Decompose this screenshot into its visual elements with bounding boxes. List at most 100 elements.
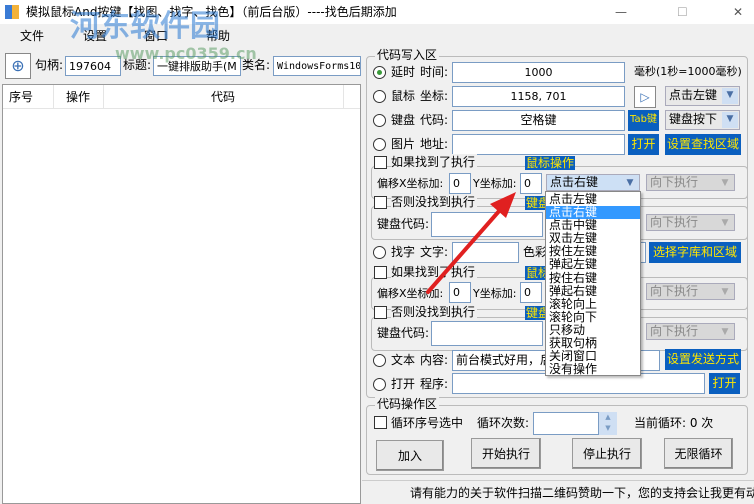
dropdown-option[interactable]: 滚轮向上 bbox=[546, 297, 640, 311]
chevron-down-icon: ▼ bbox=[717, 216, 733, 229]
find-text-radio[interactable] bbox=[373, 246, 386, 259]
code-list[interactable]: 序号 操作 代码 bbox=[2, 84, 361, 504]
next-value: 向下执行 bbox=[650, 284, 699, 298]
chevron-down-icon: ▼ bbox=[717, 176, 733, 189]
chevron-down-icon: ▼ bbox=[722, 88, 738, 104]
mouse-action-dropdown-list[interactable]: 点击左键 点击右键 点击中键 双击左键 按住左键 弹起左键 按住右键 弹起右键 滚轮向上 滚轮向下… bbox=[545, 191, 641, 376]
offset-y-input-2[interactable]: 0 bbox=[520, 282, 542, 303]
img-notfound-checkbox[interactable] bbox=[374, 196, 387, 209]
offset-y-input[interactable]: 0 bbox=[520, 173, 542, 194]
image-label: 图片 bbox=[391, 137, 416, 151]
key-code-label: 键盘代码: bbox=[377, 217, 430, 231]
img-notfound-key-input[interactable] bbox=[431, 212, 543, 237]
offset-y-label: Y坐标加: bbox=[473, 177, 517, 190]
col-index[interactable]: 序号 bbox=[9, 89, 33, 105]
mouse-action-select[interactable]: 点击左键 ▼ bbox=[665, 86, 740, 106]
mouse-label: 鼠标 bbox=[391, 89, 416, 103]
chevron-down-icon: ▼ bbox=[717, 325, 733, 338]
watermark-url: www.pc0359.cn bbox=[115, 44, 257, 63]
find-text-label: 找字 bbox=[391, 245, 416, 259]
status-bar: 请有能力的关于软件扫描二维码赞助一下，您的支持会让我更有动 bbox=[362, 480, 754, 504]
find-text-input[interactable] bbox=[452, 242, 519, 263]
offset-x-label-2: 偏移X坐标加: bbox=[377, 287, 444, 300]
cursor-pick-icon[interactable]: ▷ bbox=[634, 86, 656, 108]
set-search-area-button[interactable]: 设置查找区域 bbox=[665, 134, 741, 155]
text-send-label: 文本 bbox=[391, 353, 416, 367]
found-mouse-action-select[interactable]: 点击右键 ▼ bbox=[546, 174, 640, 191]
watermark-logo: 河东软件园 bbox=[70, 9, 220, 44]
txt-notfound-label: 否则没找到执行 bbox=[391, 304, 478, 320]
dropdown-option[interactable]: 弹起左键 bbox=[546, 258, 640, 271]
mouse-action-value: 点击左键 bbox=[669, 88, 718, 102]
keyboard-action-select[interactable]: 键盘按下 ▼ bbox=[665, 110, 740, 130]
chevron-down-icon: ▼ bbox=[722, 112, 738, 128]
delay-note: 毫秒(1秒=1000毫秒) bbox=[634, 65, 742, 78]
loop-select-label: 循环序号选中 bbox=[391, 416, 464, 430]
code-ops-title: 代码操作区 bbox=[375, 396, 440, 412]
keyboard-field-label: 代码: bbox=[420, 113, 449, 127]
text-send-field-label: 内容: bbox=[420, 353, 449, 367]
txt-notfound-next-select[interactable]: 向下执行 ▼ bbox=[646, 323, 735, 340]
infinite-loop-button[interactable]: 无限循环 bbox=[664, 438, 733, 469]
mouse-radio[interactable] bbox=[373, 90, 386, 103]
handle-input[interactable]: 197604 bbox=[65, 56, 121, 76]
mouse-coord-input[interactable]: 1158, 701 bbox=[452, 86, 625, 107]
open-program-label: 打开 bbox=[391, 377, 416, 391]
loop-count-input[interactable] bbox=[533, 412, 599, 435]
dropdown-option[interactable]: 弹起右键 bbox=[546, 284, 640, 298]
code-write-title: 代码写入区 bbox=[375, 47, 440, 63]
col-code[interactable]: 代码 bbox=[211, 89, 235, 105]
class-input[interactable]: WindowsForms10 bbox=[273, 56, 361, 76]
add-button[interactable]: 加入 bbox=[376, 440, 444, 471]
minimize-button[interactable]: — bbox=[615, 4, 627, 20]
tab-key-button[interactable]: Tab键 bbox=[628, 110, 659, 131]
maximize-button[interactable]: ☐ bbox=[677, 4, 688, 20]
img-found-next-select[interactable]: 向下执行 ▼ bbox=[646, 174, 735, 191]
offset-x-label: 偏移X坐标加: bbox=[377, 177, 444, 190]
open-program-radio[interactable] bbox=[373, 378, 386, 391]
start-button[interactable]: 开始执行 bbox=[471, 438, 541, 469]
open-image-button[interactable]: 打开 bbox=[628, 134, 659, 155]
txt-notfound-checkbox[interactable] bbox=[374, 306, 387, 319]
found-action-value: 点击右键 bbox=[550, 175, 599, 189]
text-send-radio[interactable] bbox=[373, 354, 386, 367]
keyboard-radio[interactable] bbox=[373, 114, 386, 127]
image-path-input[interactable] bbox=[452, 134, 625, 155]
next-value: 向下执行 bbox=[650, 324, 699, 338]
img-notfound-next-select[interactable]: 向下执行 ▼ bbox=[646, 214, 735, 231]
image-radio[interactable] bbox=[373, 138, 386, 151]
target-picker-button[interactable]: ⊕ bbox=[5, 53, 31, 79]
offset-x-input-2[interactable]: 0 bbox=[449, 282, 471, 303]
txt-notfound-key-input[interactable] bbox=[431, 321, 543, 346]
chevron-down-icon: ▼ bbox=[717, 285, 733, 298]
set-send-method-button[interactable]: 设置发送方式 bbox=[665, 349, 741, 370]
key-code-label-2: 键盘代码: bbox=[377, 326, 430, 340]
close-button[interactable]: ✕ bbox=[733, 4, 743, 20]
dropdown-option[interactable]: 滚轮向下 bbox=[546, 310, 640, 324]
status-text: 请有能力的关于软件扫描二维码赞助一下，您的支持会让我更有动 bbox=[410, 486, 754, 500]
select-font-area-button[interactable]: 选择字库和区域 bbox=[649, 242, 741, 263]
open-program-field-label: 程序: bbox=[420, 377, 449, 391]
txt-found-checkbox[interactable] bbox=[374, 266, 387, 279]
open-program-button[interactable]: 打开 bbox=[709, 373, 740, 394]
keyboard-code-input[interactable]: 空格键 bbox=[452, 110, 625, 131]
col-action[interactable]: 操作 bbox=[66, 89, 90, 105]
keyboard-action-value: 键盘按下 bbox=[669, 112, 718, 126]
loop-select-checkbox[interactable] bbox=[374, 416, 387, 429]
mouse-field-label: 坐标: bbox=[420, 89, 449, 103]
dropdown-option[interactable]: 按住右键 bbox=[546, 271, 640, 285]
dropdown-option[interactable]: 没有操作 bbox=[546, 363, 640, 376]
stop-button[interactable]: 停止执行 bbox=[572, 438, 642, 469]
txt-found-next-select[interactable]: 向下执行 ▼ bbox=[646, 283, 735, 300]
delay-field-label: 时间: bbox=[420, 65, 449, 79]
delay-radio[interactable] bbox=[373, 66, 386, 79]
delay-label: 延时 bbox=[391, 65, 416, 79]
delay-input[interactable]: 1000 bbox=[452, 62, 625, 83]
handle-label: 句柄: bbox=[35, 58, 64, 72]
img-found-checkbox[interactable] bbox=[374, 156, 387, 169]
loop-count-spinner[interactable]: ▲ ▼ bbox=[599, 412, 617, 435]
image-field-label: 地址: bbox=[420, 137, 449, 151]
menu-file[interactable]: 文件 bbox=[20, 28, 44, 44]
color-label: 色彩 bbox=[523, 245, 548, 259]
offset-x-input[interactable]: 0 bbox=[449, 173, 471, 194]
